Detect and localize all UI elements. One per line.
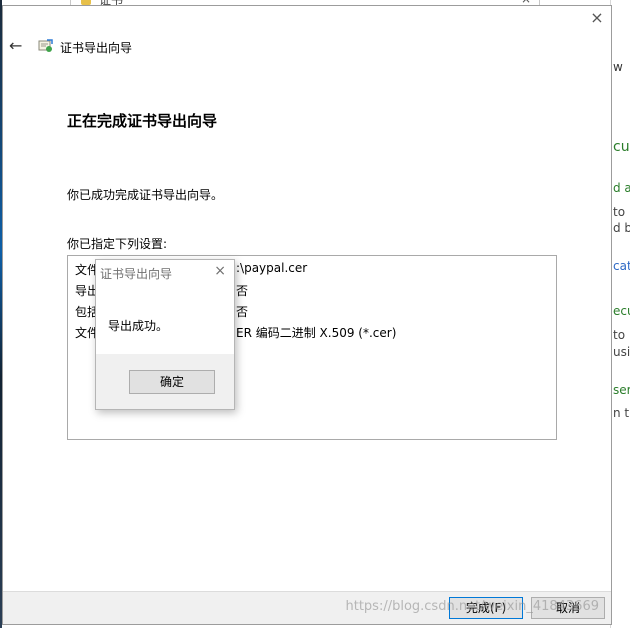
dialog-footer: 确定	[96, 354, 234, 409]
background-text-fragment: usi	[613, 345, 630, 359]
dialog-message: 导出成功。	[108, 319, 169, 333]
certificate-wizard-icon	[38, 39, 53, 52]
close-icon[interactable]: ×	[589, 10, 605, 26]
background-text-fragment: to	[613, 205, 626, 219]
background-text-fragment: d b	[613, 221, 630, 235]
settings-row-value: :\paypal.cer	[236, 261, 308, 275]
background-text-fragment: d a	[613, 181, 630, 195]
background-text-fragment: w	[613, 60, 623, 74]
dialog-title: 证书导出向导	[100, 267, 173, 281]
background-window-right: w cur d a to d b cate ecu to usi ser n t…	[610, 0, 630, 628]
ok-button[interactable]: 确定	[129, 370, 215, 394]
background-text-fragment: ser	[613, 383, 630, 397]
settings-row-value: 否	[236, 305, 249, 319]
background-text-fragment: ecu	[613, 304, 630, 318]
settings-label: 你已指定下列设置:	[67, 237, 168, 251]
export-success-dialog: 证书导出向导 × 导出成功。 确定	[95, 259, 235, 410]
success-message: 你已成功完成证书导出向导。	[67, 188, 224, 202]
back-arrow-icon[interactable]: ←	[9, 38, 27, 54]
dialog-body: 导出成功。	[96, 290, 234, 354]
dialog-close-icon[interactable]: ×	[214, 263, 226, 279]
background-text-fragment: cur	[613, 139, 630, 155]
certificate-export-wizard: × ← 证书导出向导 正在完成证书导出向导 你已成功完成证书导出向导。 你已指定…	[2, 5, 612, 625]
background-link-fragment[interactable]: cate	[613, 259, 630, 273]
watermark: https://blog.csdn.net/weixin_41843669	[345, 599, 599, 614]
settings-row-value: ER 编码二进制 X.509 (*.cer)	[236, 326, 397, 340]
page-heading: 正在完成证书导出向导	[67, 112, 218, 130]
wizard-title: 证书导出向导	[60, 41, 133, 55]
background-text-fragment: n th	[613, 406, 630, 420]
settings-row-value: 否	[236, 284, 249, 298]
wizard-footer: 完成(F) 取消 https://blog.csdn.net/weixin_41…	[3, 591, 611, 624]
background-text-fragment: to	[613, 328, 626, 342]
